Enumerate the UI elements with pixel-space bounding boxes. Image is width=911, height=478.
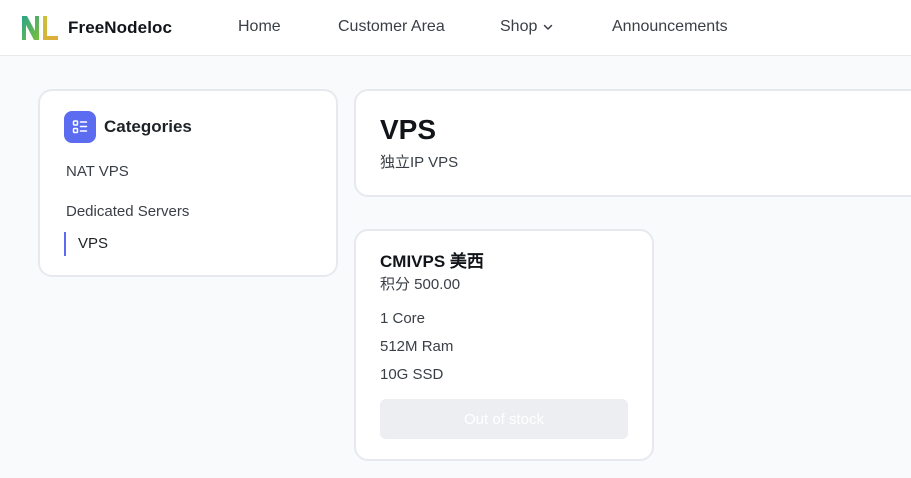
product-name: CMIVPS 美西 [380,252,484,271]
category-item-nat-vps[interactable]: NAT VPS [66,162,129,182]
out-of-stock-button[interactable]: Out of stock [380,399,628,439]
list-icon [64,111,96,143]
nav-shop-label: Shop [500,18,538,35]
brand[interactable]: FreeNodeloc [20,13,172,43]
page-title: VPS [380,114,437,145]
brand-logo-icon [22,16,58,40]
top-navbar: FreeNodeloc Home Customer Area Shop Anno… [0,0,911,56]
nav-shop[interactable]: Shop [500,17,553,37]
chevron-down-icon [544,24,553,30]
brand-name: FreeNodeloc [68,18,173,37]
nav-home[interactable]: Home [238,17,281,37]
nav-customer-area[interactable]: Customer Area [338,17,445,37]
product-price: 积分 500.00 [380,276,461,293]
page-subtitle: 独立IP VPS [380,154,459,171]
categories-title: Categories [104,117,192,136]
category-item-dedicated-servers[interactable]: Dedicated Servers [66,202,189,222]
product-feature: 10G SSD [380,366,444,383]
product-feature: 1 Core [380,310,426,327]
category-header-card: VPS 独立IP VPS [354,89,911,197]
nav-announcements[interactable]: Announcements [612,17,728,37]
categories-panel: Categories NAT VPS Dedicated Servers VPS [38,89,338,277]
product-feature: 512M Ram [380,338,454,355]
product-card: CMIVPS 美西 积分 500.00 1 Core 512M Ram 10G … [354,229,654,461]
categories-header: Categories [64,111,192,143]
category-item-vps[interactable]: VPS [64,232,108,256]
